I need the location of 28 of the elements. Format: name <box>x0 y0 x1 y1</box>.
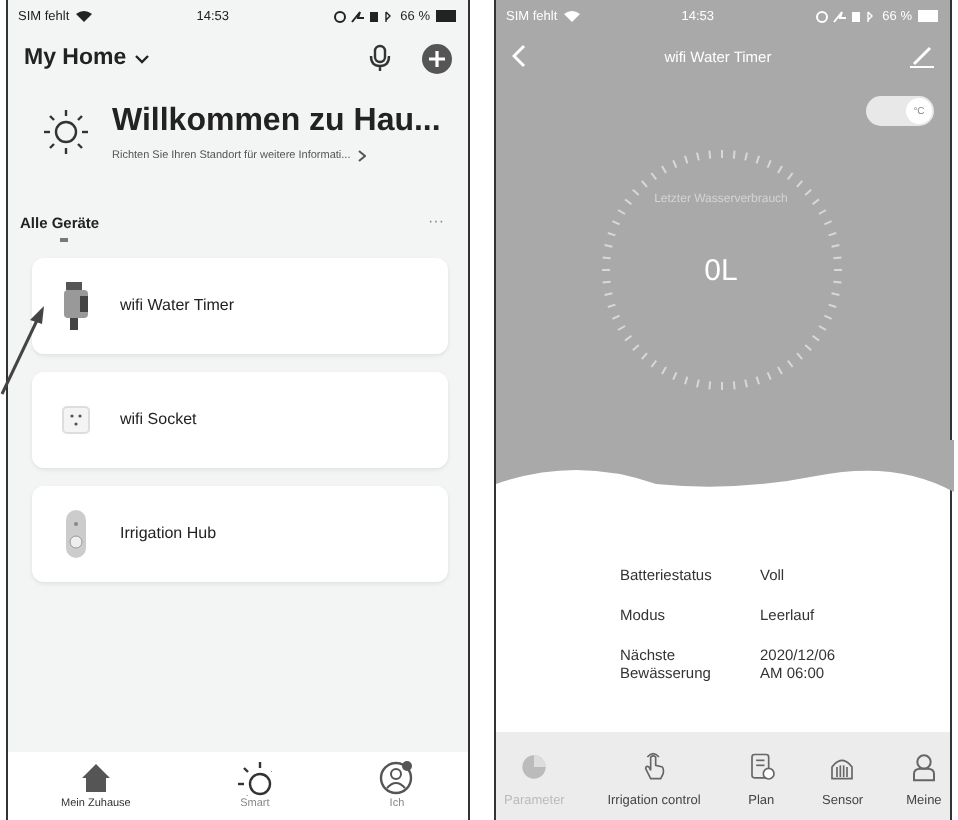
water-timer-icon <box>64 281 88 329</box>
add-icon[interactable] <box>422 43 452 73</box>
wifi-icon <box>75 10 92 22</box>
battery-icon <box>917 10 940 22</box>
device-card[interactable]: Irrigation Hub <box>32 485 448 581</box>
chevron-down-icon <box>134 53 151 63</box>
device-card[interactable]: wifi Water Timer <box>32 257 448 353</box>
home-selector[interactable]: My Home <box>24 46 151 70</box>
device-card[interactable]: wifi Socket <box>32 371 448 467</box>
welcome-heading: Willkommen zu Hau... <box>112 103 441 139</box>
chevron-right-icon <box>358 149 367 161</box>
status-icons <box>334 9 395 23</box>
status-icons <box>816 9 877 23</box>
wifi-icon <box>563 10 580 22</box>
sun-icon <box>40 106 92 158</box>
device-name: wifi Water Timer <box>120 296 235 314</box>
device-name: wifi Socket <box>120 410 197 428</box>
water-usage-value: 0L <box>704 254 738 288</box>
plug-hub-icon <box>66 509 86 557</box>
battery-icon <box>435 10 458 22</box>
pointer-arrow <box>0 304 48 396</box>
socket-icon <box>62 405 90 433</box>
user-icon <box>378 760 415 796</box>
tab-underline <box>60 238 68 241</box>
sun-icon <box>236 760 273 796</box>
house-icon <box>77 760 114 796</box>
device-name: Irrigation Hub <box>120 524 217 542</box>
microphone-icon[interactable] <box>368 44 392 72</box>
